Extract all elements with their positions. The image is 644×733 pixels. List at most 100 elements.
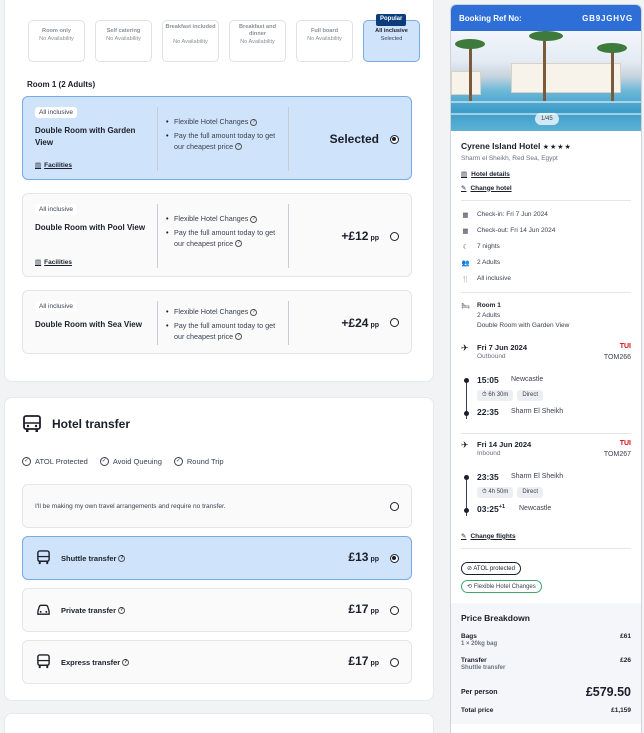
transfer-radio[interactable] — [390, 502, 399, 511]
stops-chip: Direct — [517, 390, 544, 402]
info-icon[interactable]: ? — [235, 333, 243, 341]
transfer-sub: Shuttle transfer — [461, 665, 506, 672]
room-radio[interactable] — [390, 232, 399, 241]
arrival-time: 03:25+1 — [477, 504, 505, 514]
board-availability: No Availability — [240, 39, 275, 45]
timeline-dot — [464, 378, 469, 384]
room-option-sea[interactable]: All inclusive Double Room with Sea View … — [22, 290, 412, 354]
board-full-board[interactable]: Full board No Availability — [296, 20, 353, 62]
photo-counter: 1/45 — [535, 113, 559, 125]
price-unit: pp — [370, 322, 379, 329]
atol-badge: ⊘ ATOL protected — [461, 562, 521, 576]
room-option-pool[interactable]: All inclusive Double Room with Pool View… — [22, 193, 412, 277]
photo-building — [511, 63, 621, 93]
hotel-details-link[interactable]: ▤ Hotel details — [461, 170, 631, 179]
arrival-time-text: 03:25 — [477, 504, 499, 515]
people-icon: 👥 — [461, 259, 470, 267]
transfer-feature: ✓ Avoid Queuing — [99, 457, 162, 466]
divider — [288, 107, 289, 171]
transfer-option-none[interactable]: I'll be making my own travel arrangement… — [22, 484, 412, 528]
board-name: All inclusive — [375, 28, 408, 34]
board-room-only[interactable]: Room only No Availability — [28, 20, 85, 62]
transfer-option-shuttle[interactable]: Shuttle transfer? £13 pp — [22, 536, 412, 580]
bus-icon — [37, 550, 50, 565]
room-radio[interactable] — [390, 318, 399, 327]
info-icon[interactable]: ? — [250, 215, 258, 223]
outbound-flight: ✈ Fri 7 Jun 2024 Outbound TUI TOM266 15:… — [461, 343, 631, 433]
atol-text: ATOL protected — [473, 566, 515, 573]
facilities-link[interactable]: ▤ Facilities — [35, 161, 72, 170]
total-label: Total price — [461, 707, 494, 715]
hotel-location: Sharm el Sheikh, Red Sea, Egypt — [461, 155, 558, 162]
board-availability: No Availability — [307, 36, 342, 42]
transfer-option-express[interactable]: Express transfer? £17 pp — [22, 640, 412, 684]
transfer-title: Hotel transfer — [52, 417, 131, 431]
info-icon[interactable]: ? — [118, 555, 126, 562]
star-rating: ★★★★ — [542, 144, 572, 151]
feature-text: Pay the full amount today to get our che… — [174, 227, 276, 248]
flight-chips: ⏱ 4h 50m Direct — [477, 487, 544, 499]
timeline-dot — [464, 411, 469, 417]
booking-ref-header: Booking Ref No: GB9JGHVG — [451, 5, 641, 31]
board-badge: All inclusive — [35, 204, 77, 215]
bags-label: Bags — [461, 633, 477, 641]
transfer-label: Transfer — [461, 657, 487, 665]
departure-time: 15:05 — [477, 375, 499, 386]
info-icon[interactable]: ? — [118, 607, 126, 614]
facilities-link[interactable]: ▤ Facilities — [35, 258, 72, 267]
feature-text: Avoid Queuing — [112, 457, 162, 466]
checkin-text: Check-in: Fri 7 Jun 2024 — [477, 211, 548, 218]
transfer-radio[interactable] — [390, 606, 399, 615]
stops-chip: Direct — [517, 487, 544, 499]
board-availability: Selected — [380, 36, 403, 42]
next-day-marker: +1 — [498, 504, 506, 511]
board-half-board[interactable]: Breakfast and dinner No Availability — [229, 20, 286, 62]
arrival-time: 22:35 — [477, 407, 499, 418]
checkout-text: Check-out: Fri 14 Jun 2024 — [477, 227, 556, 234]
check-icon: ✓ — [99, 457, 109, 466]
details-icon: ▤ — [461, 171, 468, 178]
room-label: Room 1 — [477, 302, 501, 309]
hotel-photo[interactable]: 1/45 — [451, 31, 641, 131]
photo-building — [451, 71, 481, 95]
room-heading: Room 1 (2 Adults) — [27, 80, 96, 89]
board-all-inclusive[interactable]: Popular All inclusive Selected — [363, 14, 420, 62]
transfer-radio[interactable] — [390, 554, 399, 563]
info-icon[interactable]: ? — [235, 240, 243, 248]
change-hotel-label: Change hotel — [470, 184, 512, 192]
transfer-radio[interactable] — [390, 658, 399, 667]
transfer-name: Express transfer? — [61, 658, 130, 667]
moon-icon: ☾ — [462, 243, 469, 251]
board-name: Full board — [310, 28, 339, 34]
checkout-row: ▦ Check-out: Fri 14 Jun 2024 — [461, 225, 631, 236]
change-hotel-link[interactable]: ✎ Change hotel — [461, 184, 631, 193]
departure-airport: Sharm El Sheikh — [511, 473, 564, 481]
check-icon: ✓ — [173, 457, 183, 466]
transfer-option-private[interactable]: Private transfer? £17 pp — [22, 588, 412, 632]
per-person-value: £579.50 — [585, 685, 631, 700]
info-icon[interactable]: ? — [250, 118, 258, 126]
bed-icon: 🛏 — [461, 302, 470, 310]
feature-text: Flexible Hotel Changes — [174, 307, 249, 316]
facilities-icon: ▤ — [35, 259, 42, 266]
room-radio[interactable] — [390, 135, 399, 144]
booking-summary-sidebar: Booking Ref No: GB9JGHVG 1/45 Cyrene Isl… — [450, 4, 642, 733]
transfer-name: Private transfer? — [61, 606, 126, 615]
divider — [461, 548, 631, 550]
hotel-name-text: Cyrene Island Hotel — [461, 141, 541, 151]
photo-ripple — [451, 101, 641, 103]
info-icon[interactable]: ? — [250, 308, 258, 316]
photo-palm — [611, 46, 614, 101]
info-icon[interactable]: ? — [122, 659, 130, 666]
transfer-label: Shuttle transfer — [61, 554, 117, 563]
room-name: Double Room with Garden View — [35, 126, 136, 147]
booking-ref-label: Booking Ref No: — [459, 13, 522, 23]
board-self-catering[interactable]: Self catering No Availability — [95, 20, 152, 62]
divider — [461, 292, 631, 293]
info-icon[interactable]: ? — [235, 143, 243, 151]
popular-badge: Popular — [376, 14, 407, 26]
room-option-garden[interactable]: All inclusive Double Room with Garden Vi… — [22, 96, 412, 180]
board-breakfast[interactable]: Breakfast included No Availability — [162, 20, 219, 62]
cutlery-icon: 🍴 — [461, 275, 470, 283]
change-flights-link[interactable]: ✎ Change flights — [461, 532, 631, 541]
